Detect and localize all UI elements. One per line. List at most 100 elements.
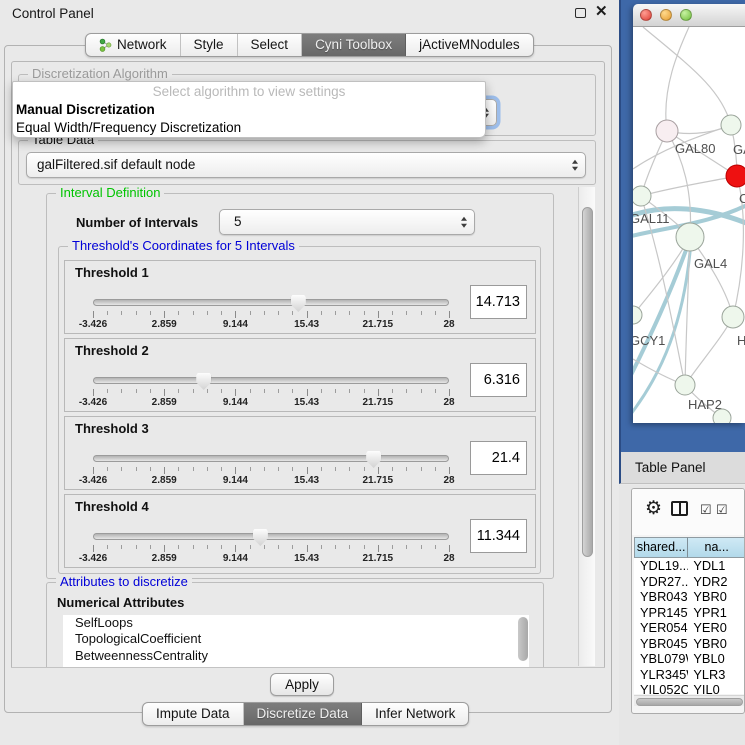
gear-icon[interactable]: ⚙ [645, 497, 662, 520]
tick-mark [378, 311, 379, 318]
table-row[interactable]: YDL19...YDL1 [634, 558, 745, 574]
panel-scrollbar[interactable] [578, 187, 595, 666]
close-icon[interactable]: ✕ [595, 2, 608, 20]
list-scrollbar[interactable] [518, 617, 528, 661]
threshold-label: Threshold 4 [75, 499, 149, 514]
tick-mark [250, 467, 251, 471]
tick-mark [406, 467, 407, 471]
horizontal-scrollbar-thumb[interactable] [636, 698, 743, 706]
tab-label: jActiveMNodules [419, 34, 520, 56]
table-row[interactable]: YDR27...YDR2 [634, 574, 745, 590]
num-intervals-combobox[interactable]: 5 [219, 209, 475, 235]
tick-mark [178, 311, 179, 315]
float-window-icon[interactable] [575, 8, 586, 18]
network-edge[interactable] [685, 237, 690, 385]
table-row[interactable]: YER054CYER0 [634, 620, 745, 636]
tick-mark [321, 467, 322, 471]
tick-label: 2.859 [152, 397, 177, 408]
column-header-shared-name[interactable]: shared... [634, 537, 688, 558]
slider-thumb[interactable] [291, 295, 306, 312]
network-edge[interactable] [643, 27, 731, 125]
network-node[interactable] [726, 165, 745, 187]
network-node[interactable] [656, 120, 678, 142]
threshold-slider[interactable] [93, 455, 449, 462]
tick-mark [392, 311, 393, 315]
tab-infer-network[interactable]: Infer Network [362, 703, 468, 725]
attribute-list-item[interactable]: TopologicalCoefficient [63, 631, 529, 647]
network-icon [99, 38, 112, 52]
dropdown-item[interactable]: Manual Discretization [13, 101, 485, 119]
tab-cyni-toolbox[interactable]: Cyni Toolbox [302, 34, 406, 56]
network-node[interactable] [633, 306, 642, 324]
table-row[interactable]: YIL052CYIL0 [634, 682, 745, 694]
threshold-value-field[interactable]: 6.316 [470, 363, 527, 397]
tick-mark [278, 545, 279, 549]
tick-mark [378, 467, 379, 474]
network-node[interactable] [721, 115, 741, 135]
threshold-value-field[interactable]: 21.4 [470, 441, 527, 475]
tick-mark [121, 545, 122, 549]
checkbox-icon[interactable]: ☑ [700, 502, 712, 518]
attribute-list-item[interactable]: SelfLoops [63, 615, 529, 631]
dropdown-item[interactable]: Equal Width/Frequency Discretization [13, 119, 485, 137]
network-canvas[interactable]: GAL80GACGAL11GAL4GCY1HHAP2 [633, 27, 745, 423]
tab-jactivemnodules[interactable]: jActiveMNodules [406, 34, 533, 56]
threshold-value-field[interactable]: 11.344 [470, 519, 527, 553]
tick-mark [435, 311, 436, 315]
tick-mark [164, 545, 165, 552]
tick-label: -3.426 [79, 553, 107, 564]
threshold-value-field[interactable]: 14.713 [470, 285, 527, 319]
tick-mark [178, 389, 179, 393]
slider-thumb[interactable] [253, 529, 268, 546]
panel-scrollbar-thumb[interactable] [582, 207, 593, 557]
zoom-traffic-light-icon[interactable] [680, 9, 692, 21]
table-row[interactable]: YBR043CYBR0 [634, 589, 745, 605]
table-row[interactable]: YLR345WYLR3 [634, 667, 745, 683]
threshold-label: Threshold 1 [75, 265, 149, 280]
apply-button[interactable]: Apply [270, 673, 334, 696]
tick-mark [364, 545, 365, 549]
slider-ticks [93, 545, 449, 553]
threshold-slider[interactable] [93, 299, 449, 306]
table-row[interactable]: YBR045CYBR0 [634, 636, 745, 652]
tick-mark [264, 311, 265, 315]
tick-label: 9.144 [223, 397, 248, 408]
horizontal-scrollbar[interactable] [634, 695, 745, 706]
close-traffic-light-icon[interactable] [640, 9, 652, 21]
slider-thumb[interactable] [196, 373, 211, 390]
network-node[interactable] [675, 375, 695, 395]
tab-discretize-data[interactable]: Discretize Data [244, 703, 363, 725]
network-node[interactable] [713, 409, 731, 423]
split-columns-icon[interactable] [671, 501, 688, 516]
tab-style[interactable]: Style [181, 34, 238, 56]
control-panel-title: Control Panel [12, 6, 94, 21]
bottom-tab-bar: Impute DataDiscretize DataInfer Network [142, 702, 469, 726]
table-row[interactable]: YBL079WYBL0 [634, 651, 745, 667]
numerical-attributes-list[interactable]: SelfLoopsTopologicalCoefficientBetweenne… [63, 615, 529, 667]
tick-mark [335, 389, 336, 393]
network-window-titlebar[interactable] [633, 4, 745, 27]
tick-mark [207, 467, 208, 471]
network-node[interactable] [676, 223, 704, 251]
tick-mark [193, 467, 194, 471]
node-label: GAL80 [675, 141, 715, 156]
table-data-combobox[interactable]: galFiltered.sif default node [26, 152, 586, 178]
network-edge[interactable] [685, 317, 733, 385]
network-edge[interactable] [666, 27, 689, 131]
slider-thumb[interactable] [366, 451, 381, 468]
threshold-slider[interactable] [93, 377, 449, 384]
column-header-name[interactable]: na... [688, 537, 745, 558]
checkbox-icon[interactable]: ☑ [716, 502, 728, 518]
tab-select[interactable]: Select [238, 34, 303, 56]
attribute-list-item[interactable]: BetweennessCentrality [63, 648, 529, 664]
network-node[interactable] [633, 186, 651, 206]
minimize-traffic-light-icon[interactable] [660, 9, 672, 21]
table-row[interactable]: YPR145WYPR1 [634, 605, 745, 621]
tab-impute-data[interactable]: Impute Data [143, 703, 244, 725]
network-node[interactable] [722, 306, 744, 328]
tab-network[interactable]: Network [86, 34, 181, 56]
table-panel-title: Table Panel [635, 460, 706, 475]
threshold-panel: Threshold 2 -3.4262.8599.14415.4321.7152… [64, 338, 536, 412]
threshold-slider[interactable] [93, 533, 449, 540]
cell-shared-name: YPR145W [634, 605, 688, 621]
